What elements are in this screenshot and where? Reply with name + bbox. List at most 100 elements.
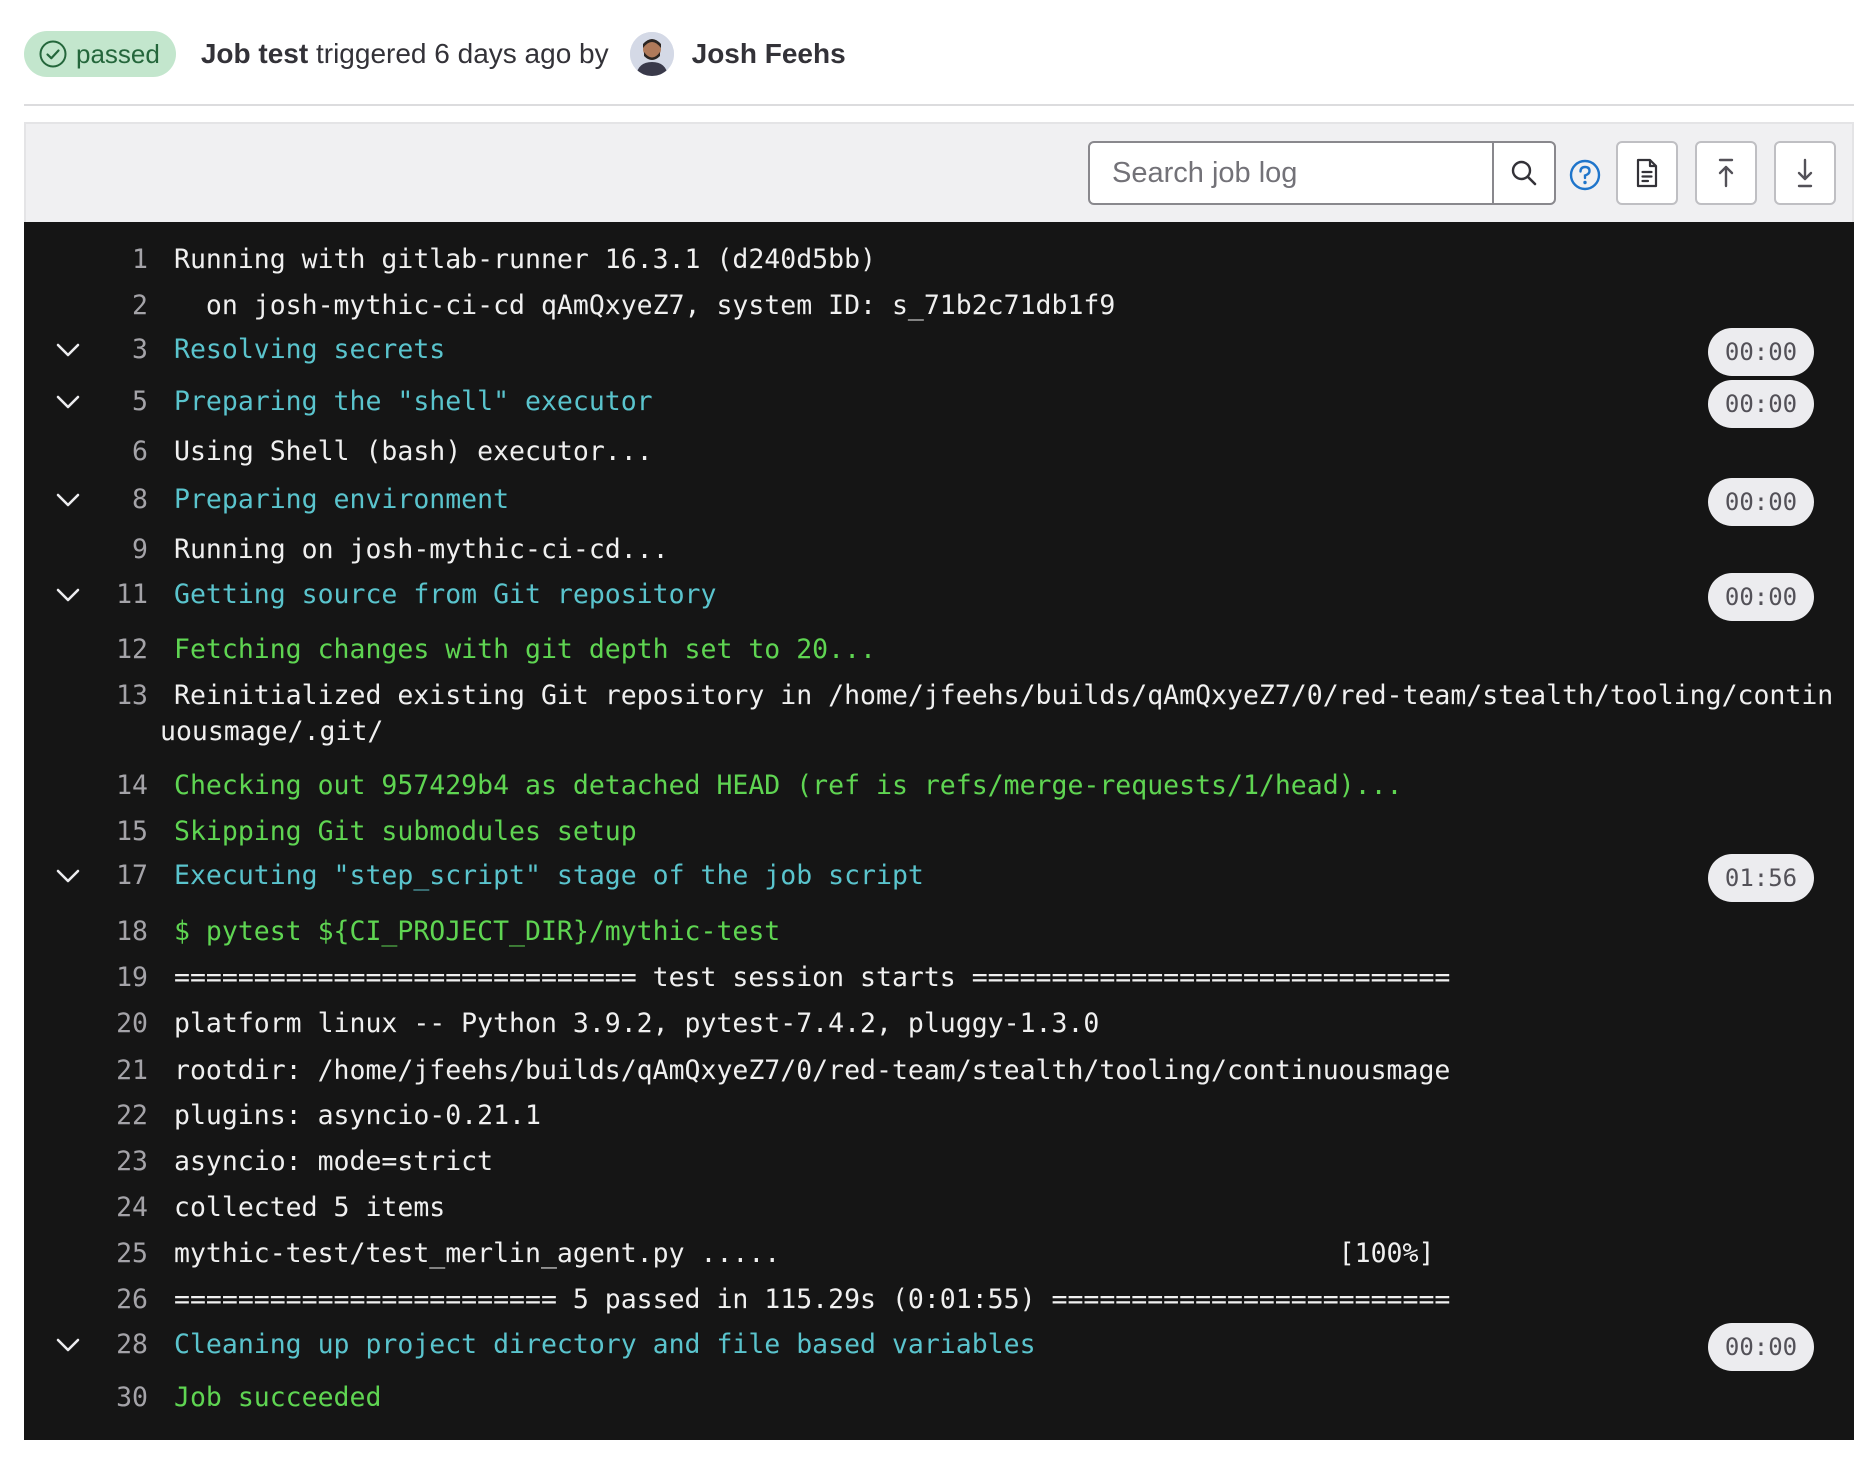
line-number[interactable]: 17 — [88, 860, 148, 891]
log-text: Getting source from Git repository — [174, 579, 717, 610]
log-line: 22 plugins: asyncio-0.21.1 — [24, 1100, 1854, 1140]
log-section-header[interactable]: 11 Getting source from Git repository 00:0… — [24, 573, 1854, 621]
log-text: $ pytest ${CI_PROJECT_DIR}/mythic-test — [174, 916, 781, 947]
show-raw-log-button[interactable] — [1616, 141, 1678, 205]
log-line: 9 Running on josh-mythic-ci-cd... — [24, 534, 1854, 574]
log-section-header[interactable]: 28 Cleaning up project directory and file… — [24, 1323, 1854, 1371]
log-text: rootdir: /home/jfeehs/builds/qAmQxyeZ7/0… — [174, 1055, 1451, 1086]
section-duration-badge: 00:00 — [1708, 478, 1814, 526]
job-trigger-text: triggered 6 days ago by — [308, 38, 609, 69]
scroll-to-top-icon — [1718, 158, 1734, 188]
line-number[interactable]: 22 — [88, 1100, 148, 1131]
line-number[interactable]: 6 — [88, 436, 148, 467]
line-number[interactable]: 15 — [88, 816, 148, 847]
log-text: on josh-mythic-ci-cd qAmQxyeZ7, system I… — [174, 290, 1116, 321]
chevron-down-icon[interactable] — [52, 334, 84, 366]
log-text: Using Shell (bash) executor... — [174, 436, 653, 467]
log-text: Fetching changes with git depth set to 2… — [174, 634, 876, 665]
log-line: 25 mythic-test/test_merlin_agent.py .....… — [24, 1238, 1854, 1278]
section-duration-badge: 00:00 — [1708, 1323, 1814, 1371]
log-text: Cleaning up project directory and file b… — [174, 1329, 1036, 1360]
line-number[interactable]: 26 — [88, 1284, 148, 1315]
job-log-toolbar — [24, 122, 1854, 222]
log-text: Preparing the "shell" executor — [174, 386, 653, 417]
section-duration-badge: 01:56 — [1708, 854, 1814, 902]
line-number[interactable]: 25 — [88, 1238, 148, 1269]
line-number[interactable]: 12 — [88, 634, 148, 665]
section-duration-badge: 00:00 — [1708, 380, 1814, 428]
log-line: 15 Skipping Git submodules setup — [24, 816, 1854, 856]
log-text: Job succeeded — [174, 1382, 382, 1413]
check-circle-icon — [39, 40, 67, 68]
line-number[interactable]: 28 — [88, 1329, 148, 1360]
line-number[interactable]: 24 — [88, 1192, 148, 1223]
user-avatar-icon — [629, 32, 674, 76]
scroll-to-bottom-button[interactable] — [1774, 141, 1836, 205]
scroll-to-bottom-icon — [1797, 158, 1813, 188]
log-line: 19 ============================= test ses… — [24, 962, 1854, 1002]
log-section-header[interactable]: 5 Preparing the "shell" executor 00:00 — [24, 380, 1854, 428]
line-number[interactable]: 8 — [88, 484, 148, 515]
line-number[interactable]: 9 — [88, 534, 148, 565]
log-text: Resolving secrets — [174, 334, 446, 365]
log-line: 21 rootdir: /home/jfeehs/builds/qAmQxyeZ7… — [24, 1055, 1854, 1095]
scroll-to-top-button[interactable] — [1695, 141, 1757, 205]
help-icon[interactable] — [1568, 158, 1602, 192]
line-number[interactable]: 19 — [88, 962, 148, 993]
line-number[interactable]: 5 — [88, 386, 148, 417]
log-text: asyncio: mode=strict — [174, 1146, 494, 1177]
line-number[interactable]: 13 — [88, 680, 148, 711]
log-line: 6 Using Shell (bash) executor... — [24, 436, 1854, 476]
log-text: Running on josh-mythic-ci-cd... — [174, 534, 669, 565]
line-number[interactable]: 3 — [88, 334, 148, 365]
line-number[interactable]: 20 — [88, 1008, 148, 1039]
line-number[interactable]: 18 — [88, 916, 148, 947]
line-number[interactable]: 1 — [88, 244, 148, 275]
line-number[interactable]: 21 — [88, 1055, 148, 1086]
section-duration-badge: 00:00 — [1708, 328, 1814, 376]
log-text: Running with gitlab-runner 16.3.1 (d240d… — [174, 244, 876, 275]
section-duration-badge: 00:00 — [1708, 573, 1814, 621]
search-box — [1088, 141, 1556, 205]
raw-log-icon — [1636, 158, 1658, 188]
job-log: 1 Running with gitlab-runner 16.3.1 (d240… — [24, 222, 1854, 1440]
header-divider — [24, 104, 1854, 106]
status-badge[interactable]: passed — [24, 31, 176, 77]
line-number[interactable]: 23 — [88, 1146, 148, 1177]
log-text: Preparing environment — [174, 484, 510, 515]
author-name[interactable]: Josh Feehs — [692, 38, 846, 70]
chevron-down-icon[interactable] — [52, 860, 84, 892]
log-line: 26 ======================== 5 passed in 1… — [24, 1284, 1854, 1324]
log-text: Skipping Git submodules setup — [174, 816, 637, 847]
line-number[interactable]: 14 — [88, 770, 148, 801]
search-icon — [1511, 160, 1537, 186]
log-line: 30 Job succeeded — [24, 1382, 1854, 1422]
log-line: 23 asyncio: mode=strict — [24, 1146, 1854, 1186]
avatar[interactable] — [629, 32, 674, 76]
log-line: 1 Running with gitlab-runner 16.3.1 (d240… — [24, 244, 1854, 284]
line-number[interactable]: 11 — [88, 579, 148, 610]
log-section-header[interactable]: 17 Executing "step_script" stage of the j… — [24, 854, 1854, 902]
chevron-down-icon[interactable] — [52, 579, 84, 611]
job-title: Job test triggered 6 days ago by — [201, 38, 609, 70]
line-number[interactable]: 30 — [88, 1382, 148, 1413]
chevron-down-icon[interactable] — [52, 484, 84, 516]
search-button[interactable] — [1494, 143, 1554, 203]
log-line: 12 Fetching changes with git depth set to… — [24, 634, 1854, 674]
chevron-down-icon[interactable] — [52, 386, 84, 418]
search-job-log-input[interactable] — [1090, 143, 1494, 203]
log-line: 20 platform linux -- Python 3.9.2, pytest… — [24, 1008, 1854, 1048]
log-text: ============================= test sessi… — [174, 962, 1451, 993]
log-text: plugins: asyncio-0.21.1 — [174, 1100, 541, 1131]
job-header: passed Job test triggered 6 days ago by … — [24, 26, 1854, 82]
log-text: Reinitialized existing Git repository in… — [174, 680, 1834, 711]
log-section-header[interactable]: 8 Preparing environment 00:00 — [24, 478, 1854, 526]
log-text: Executing "step_script" stage of the job… — [174, 860, 924, 891]
log-line: 18 $ pytest ${CI_PROJECT_DIR}/mythic-test — [24, 916, 1854, 956]
log-text: Checking out 957429b4 as detached HEAD (… — [174, 770, 1403, 801]
log-text: collected 5 items — [174, 1192, 446, 1223]
log-text: ======================== 5 passed in 115… — [174, 1284, 1451, 1315]
log-section-header[interactable]: 3 Resolving secrets 00:00 — [24, 328, 1854, 376]
chevron-down-icon[interactable] — [52, 1329, 84, 1361]
line-number[interactable]: 2 — [88, 290, 148, 321]
